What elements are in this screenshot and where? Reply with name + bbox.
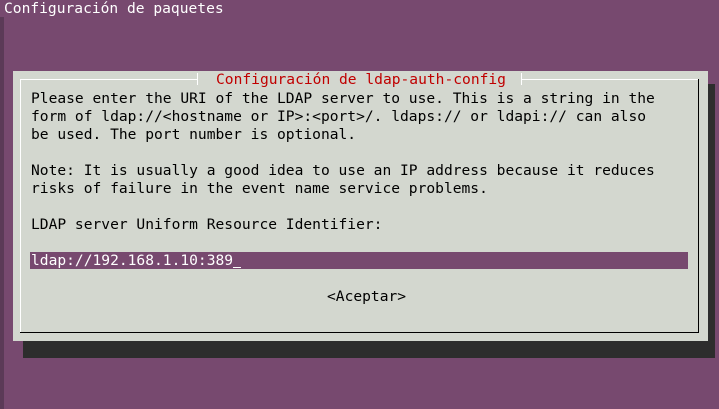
- dialog-border-top-left: [20, 79, 198, 80]
- accept-button[interactable]: <Aceptar>: [327, 288, 406, 306]
- uri-field-label: LDAP server Uniform Resource Identifier:: [31, 216, 383, 233]
- note-line-2: risks of failure in the event name servi…: [31, 180, 488, 197]
- dialog-border-bottom: [20, 332, 698, 333]
- window-title: Configuración de paquetes: [4, 0, 224, 17]
- note-line-1: Note: It is usually a good idea to use a…: [31, 162, 655, 179]
- description-line-2: form of ldap://<hostname or IP>:<port>/.…: [31, 108, 647, 125]
- title-bracket-right: [521, 73, 526, 85]
- ldap-uri-input[interactable]: ldap://192.168.1.10:389: [30, 252, 688, 269]
- ldap-uri-input-value: ldap://192.168.1.10:389: [31, 252, 234, 269]
- description-line-1: Please enter the URI of the LDAP server …: [31, 90, 655, 107]
- dialog-border-left: [20, 79, 21, 333]
- left-window-edge: [0, 17, 4, 409]
- dialog-border-right: [698, 79, 699, 333]
- dialog-title: Configuración de ldap-auth-config: [202, 71, 520, 89]
- description-line-3: be used. The port number is optional.: [31, 126, 357, 143]
- dialog-border-top-right: [522, 79, 699, 80]
- text-cursor: [233, 252, 242, 268]
